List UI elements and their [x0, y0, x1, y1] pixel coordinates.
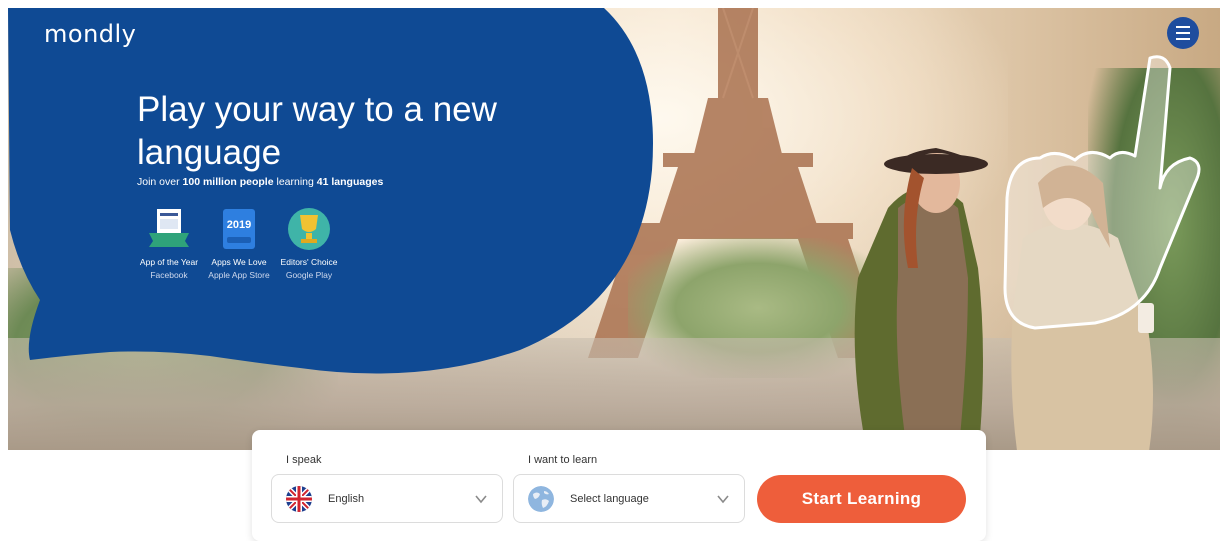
globe-icon [528, 485, 554, 512]
language-selection-card: I speak English I want to learn Select l… [252, 430, 986, 541]
chevron-down-icon [717, 494, 729, 503]
hero-speech-bubble [8, 8, 653, 374]
award-title: App of the Year [139, 257, 199, 267]
award-badge-year: 2019 [227, 219, 251, 231]
uk-flag-icon [286, 485, 312, 512]
google-trophy-icon [287, 207, 331, 251]
subline-prefix: Join over [137, 176, 183, 188]
award-source: Apple App Store [208, 270, 270, 280]
hero-subline: Join over 100 million people learning 41… [137, 176, 383, 188]
mondly-logo[interactable]: mondly [44, 20, 136, 48]
learn-language-select[interactable]: Select language [513, 474, 745, 523]
hero-headline: Play your way to a new language [137, 90, 497, 172]
subline-users-count: 100 million people [182, 176, 274, 188]
awards-row: App of the Year Facebook 2019 Apps We Lo… [134, 207, 344, 280]
award-source: Google Play [285, 270, 333, 280]
hamburger-icon [1176, 24, 1190, 42]
speak-language-value: English [328, 492, 365, 505]
start-learning-button[interactable]: Start Learning [757, 475, 966, 523]
award-source: Facebook [150, 270, 188, 280]
tap-hand-icon [1003, 55, 1201, 330]
award-facebook: App of the Year Facebook [134, 207, 204, 280]
award-title: Apps We Love [211, 257, 267, 267]
speak-label: I speak [286, 454, 322, 466]
learn-label: I want to learn [528, 454, 598, 466]
award-title: Editors' Choice [280, 257, 338, 267]
speak-language-select[interactable]: English [271, 474, 503, 523]
subline-languages-count: 41 languages [316, 176, 384, 188]
chevron-down-icon [475, 494, 487, 503]
subline-middle: learning [273, 176, 317, 188]
hamburger-menu-button[interactable] [1167, 17, 1199, 49]
apple-best-of-2019-icon: 2019 [217, 207, 261, 251]
learn-language-value: Select language [570, 492, 649, 505]
award-google: Editors' Choice Google Play [274, 207, 344, 280]
facebook-award-icon [147, 207, 191, 251]
award-apple: 2019 Apps We Love Apple App Store [204, 207, 274, 280]
